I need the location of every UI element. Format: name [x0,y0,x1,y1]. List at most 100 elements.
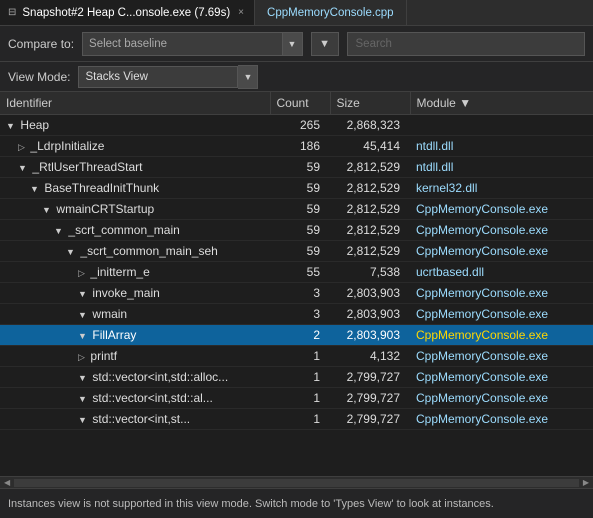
cell-count: 1 [270,409,330,430]
pin-icon: ⊟ [8,7,16,18]
table-row[interactable]: ▼ Heap2652,868,323 [0,115,593,136]
table-row[interactable]: ▷ _LdrpInitialize18645,414ntdll.dll [0,136,593,157]
cell-count: 186 [270,136,330,157]
cell-module: CppMemoryConsole.exe [410,346,593,367]
tree-icon: ▼ [66,247,77,257]
table-row[interactable]: ▼ std::vector<int,std::al...12,799,727Cp… [0,388,593,409]
tree-icon: ▼ [78,373,89,383]
compare-to-label: Compare to: [8,37,74,51]
cell-size: 2,812,529 [330,157,410,178]
cell-size: 45,414 [330,136,410,157]
table-row[interactable]: ▼ _RtlUserThreadStart592,812,529ntdll.dl… [0,157,593,178]
tree-icon: ▼ [18,163,29,173]
cell-size: 2,799,727 [330,367,410,388]
cell-size: 4,132 [330,346,410,367]
table-row[interactable]: ▼ wmain32,803,903CppMemoryConsole.exe [0,304,593,325]
cell-identifier: ▷ _LdrpInitialize [0,136,270,157]
cell-count: 59 [270,199,330,220]
cell-size: 7,538 [330,262,410,283]
viewmode-select-wrapper: Stacks View Types View Instances View ▼ [78,65,258,89]
baseline-select[interactable]: Select baseline [82,32,282,56]
cell-identifier: ▼ invoke_main [0,283,270,304]
cell-count: 3 [270,304,330,325]
cell-module: CppMemoryConsole.exe [410,388,593,409]
filter-button[interactable]: ▼ [311,32,339,56]
cell-size: 2,812,529 [330,199,410,220]
cell-count: 59 [270,178,330,199]
table-row[interactable]: ▼ FillArray22,803,903CppMemoryConsole.ex… [0,325,593,346]
tree-icon: ▼ [54,226,65,236]
close-tab-button[interactable]: × [236,6,246,19]
cell-identifier: ▷ _initterm_e [0,262,270,283]
tree-icon: ▼ [78,331,89,341]
cell-count: 265 [270,115,330,136]
cell-module: kernel32.dll [410,178,593,199]
table-row[interactable]: ▼ _scrt_common_main_seh592,812,529CppMem… [0,241,593,262]
table-row[interactable]: ▼ BaseThreadInitThunk592,812,529kernel32… [0,178,593,199]
status-message: Instances view is not supported in this … [8,498,494,510]
table-container: Identifier Count Size Module ▼ ▼ Heap265… [0,92,593,476]
tree-icon: ▷ [18,142,27,152]
cell-identifier: ▼ Heap [0,115,270,136]
table-header-row: Identifier Count Size Module ▼ [0,92,593,115]
table-row[interactable]: ▼ std::vector<int,st...12,799,727CppMemo… [0,409,593,430]
cell-size: 2,812,529 [330,220,410,241]
cell-count: 59 [270,157,330,178]
viewmode-select[interactable]: Stacks View Types View Instances View [78,66,238,88]
data-table: Identifier Count Size Module ▼ ▼ Heap265… [0,92,593,430]
status-bar: Instances view is not supported in this … [0,488,593,518]
cell-size: 2,868,323 [330,115,410,136]
hscroll-left-arrow[interactable]: ◀ [2,478,12,487]
sort-icon: ▼ [459,96,471,110]
toolbar: Compare to: Select baseline ▼ ▼ [0,26,593,62]
hscroll-track[interactable] [14,479,579,487]
cell-count: 1 [270,346,330,367]
hscroll-bar[interactable]: ◀ ▶ [0,476,593,488]
search-input[interactable] [347,32,585,56]
table-row[interactable]: ▼ wmainCRTStartup592,812,529CppMemoryCon… [0,199,593,220]
baseline-dropdown-arrow[interactable]: ▼ [283,32,303,56]
table-body: ▼ Heap2652,868,323▷ _LdrpInitialize18645… [0,115,593,430]
file-tab[interactable]: CppMemoryConsole.cpp [255,0,407,25]
snapshot-tab[interactable]: ⊟ Snapshot#2 Heap C...onsole.exe (7.69s)… [0,0,255,25]
table-row[interactable]: ▼ _scrt_common_main592,812,529CppMemoryC… [0,220,593,241]
cell-identifier: ▼ FillArray [0,325,270,346]
tree-icon: ▼ [78,289,89,299]
cell-module: ntdll.dll [410,157,593,178]
cell-identifier: ▼ std::vector<int,st... [0,409,270,430]
cell-count: 55 [270,262,330,283]
viewmode-dropdown-arrow[interactable]: ▼ [238,65,258,89]
table-row[interactable]: ▼ std::vector<int,std::alloc...12,799,72… [0,367,593,388]
tree-icon: ▼ [78,394,89,404]
col-header-size[interactable]: Size [330,92,410,115]
table-row[interactable]: ▷ printf14,132CppMemoryConsole.exe [0,346,593,367]
tree-icon: ▼ [30,184,41,194]
cell-count: 3 [270,283,330,304]
viewmode-bar: View Mode: Stacks View Types View Instan… [0,62,593,92]
cell-count: 1 [270,388,330,409]
snapshot-tab-label: Snapshot#2 Heap C...onsole.exe (7.69s) [22,7,230,19]
cell-size: 2,803,903 [330,325,410,346]
cell-size: 2,803,903 [330,304,410,325]
cell-identifier: ▼ std::vector<int,std::al... [0,388,270,409]
tree-icon: ▼ [6,121,17,131]
tab-bar: ⊟ Snapshot#2 Heap C...onsole.exe (7.69s)… [0,0,593,26]
cell-module [410,115,593,136]
cell-identifier: ▼ BaseThreadInitThunk [0,178,270,199]
cell-identifier: ▷ printf [0,346,270,367]
col-header-count[interactable]: Count [270,92,330,115]
cell-size: 2,799,727 [330,388,410,409]
table-row[interactable]: ▷ _initterm_e557,538ucrtbased.dll [0,262,593,283]
col-header-identifier[interactable]: Identifier [0,92,270,115]
cell-count: 1 [270,367,330,388]
table-row[interactable]: ▼ invoke_main32,803,903CppMemoryConsole.… [0,283,593,304]
cell-identifier: ▼ std::vector<int,std::alloc... [0,367,270,388]
cell-module: CppMemoryConsole.exe [410,199,593,220]
baseline-select-wrapper: Select baseline ▼ [82,32,302,56]
cell-count: 59 [270,241,330,262]
cell-module: CppMemoryConsole.exe [410,325,593,346]
col-header-module[interactable]: Module ▼ [410,92,593,115]
hscroll-right-arrow[interactable]: ▶ [581,478,591,487]
cell-count: 2 [270,325,330,346]
cell-identifier: ▼ wmainCRTStartup [0,199,270,220]
